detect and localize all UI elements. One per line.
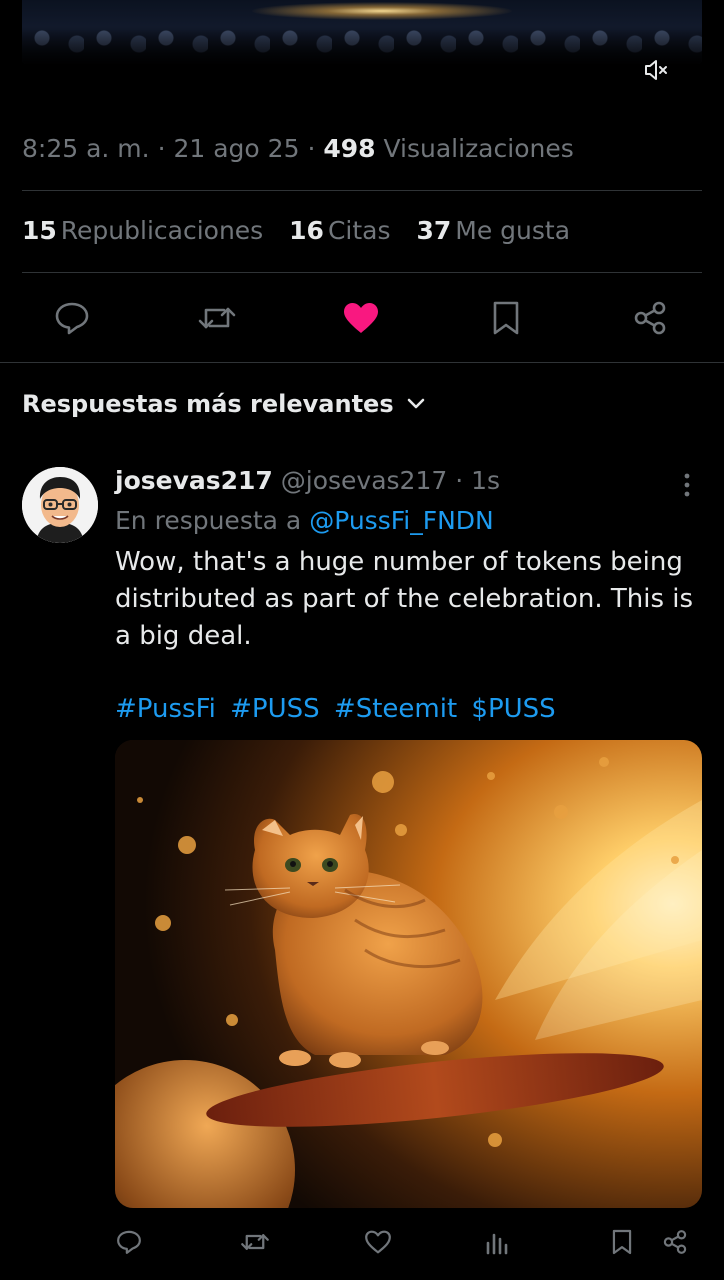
- repost-icon: [198, 307, 236, 329]
- heart-filled-icon: [344, 303, 378, 333]
- meta-separator: ·: [157, 134, 166, 163]
- reposts-label: Republicaciones: [60, 216, 264, 245]
- reply-handle[interactable]: @josevas217: [281, 466, 448, 495]
- reply-icon: [117, 1230, 141, 1254]
- reply-repost-button[interactable]: [237, 1224, 273, 1260]
- likes-stat[interactable]: 37 Me gusta: [416, 216, 570, 245]
- like-button[interactable]: [337, 294, 385, 342]
- reply-reply-button[interactable]: [111, 1224, 147, 1260]
- cashtag-link[interactable]: $PUSS: [471, 694, 555, 724]
- tweet-time: 8:25 a. m.: [22, 134, 150, 163]
- quotes-label: Citas: [327, 216, 391, 245]
- likes-count: 37: [416, 216, 452, 245]
- heart-outline-icon: [365, 1230, 391, 1254]
- reply-to-line: En respuesta a @PussFi_FNDN: [115, 506, 494, 535]
- reply-more-button[interactable]: [672, 470, 702, 500]
- repost-button[interactable]: [193, 294, 241, 342]
- bookmark-icon: [493, 301, 519, 335]
- avatar[interactable]: [22, 467, 98, 543]
- meta-separator: ·: [307, 134, 316, 163]
- hashtag-link[interactable]: #PussFi: [115, 694, 216, 724]
- share-icon: [663, 1230, 687, 1254]
- speaker-muted-icon: [645, 60, 667, 80]
- reply-share-button[interactable]: [657, 1224, 693, 1260]
- tweet-meta: 8:25 a. m. · 21 ago 25 · 498 Visualizaci…: [22, 134, 574, 163]
- reply-hashtags: #PussFi #PUSS #Steemit $PUSS: [115, 694, 562, 724]
- tweet-date: 21 ago 25: [173, 134, 300, 163]
- reply-display-name[interactable]: josevas217: [115, 466, 273, 495]
- reply-like-button[interactable]: [360, 1224, 396, 1260]
- video-player[interactable]: [22, 0, 702, 64]
- meta-separator: ·: [455, 466, 464, 495]
- reply-button[interactable]: [48, 294, 96, 342]
- mute-button[interactable]: [640, 56, 672, 84]
- replies-sort-label: Respuestas más relevantes: [22, 390, 394, 418]
- reply-icon: [55, 302, 89, 335]
- quotes-stat[interactable]: 16 Citas: [289, 216, 390, 245]
- reply-time: 1s: [471, 466, 501, 495]
- reply-header: josevas217 @josevas217 · 1s: [115, 466, 500, 495]
- hashtag-link[interactable]: #PUSS: [230, 694, 320, 724]
- quotes-count: 16: [289, 216, 324, 245]
- tweet-stats: 15 Republicaciones 16 Citas 37 Me gusta: [22, 216, 588, 245]
- views-label: Visualizaciones: [383, 134, 574, 163]
- reply-text: Wow, that's a huge number of tokens bein…: [115, 547, 694, 651]
- bookmark-button[interactable]: [482, 294, 530, 342]
- reply-views-button[interactable]: [479, 1224, 515, 1260]
- likes-label: Me gusta: [455, 216, 571, 245]
- reply-to-prefix: En respuesta a: [115, 506, 302, 535]
- reply-to-mention[interactable]: @PussFi_FNDN: [309, 506, 494, 535]
- reposts-stat[interactable]: 15 Republicaciones: [22, 216, 263, 245]
- reply-bookmark-button[interactable]: [604, 1224, 640, 1260]
- divider: [22, 190, 702, 191]
- divider: [22, 272, 702, 273]
- hashtag-link[interactable]: #Steemit: [334, 694, 457, 724]
- bookmark-icon: [612, 1229, 632, 1255]
- chevron-down-icon: [407, 398, 424, 409]
- repost-icon: [241, 1234, 269, 1250]
- section-divider: [0, 362, 724, 363]
- replies-sort-dropdown[interactable]: Respuestas más relevantes: [22, 390, 426, 418]
- analytics-bars-icon: [486, 1233, 508, 1255]
- more-vertical-icon: [684, 473, 690, 497]
- cat-surfing-space-image: [115, 740, 702, 1208]
- avatar-face-icon: [22, 467, 98, 543]
- share-icon: [634, 301, 666, 335]
- share-button[interactable]: [626, 294, 674, 342]
- video-fade: [22, 0, 702, 64]
- reposts-count: 15: [22, 216, 57, 245]
- reply-media-image[interactable]: [115, 740, 702, 1208]
- views-count: 498: [323, 134, 376, 163]
